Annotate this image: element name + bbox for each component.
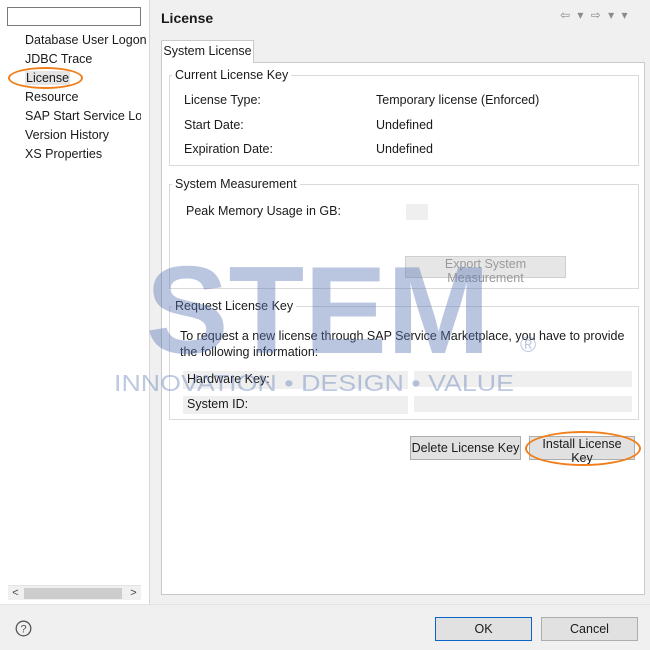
request-instructions: To request a new license through SAP Ser…	[180, 329, 625, 359]
preference-tree: Database User Logon JDBC Trace License R…	[25, 31, 147, 164]
request-license-title: Request License Key	[172, 299, 297, 313]
page-title: License	[161, 10, 214, 26]
delete-license-key-button[interactable]: Delete License Key	[410, 436, 521, 460]
license-type-value: Temporary license (Enforced)	[376, 93, 540, 107]
cancel-button[interactable]: Cancel	[541, 617, 638, 641]
scroll-thumb[interactable]	[24, 588, 122, 599]
help-icon[interactable]: ?	[15, 620, 32, 637]
peak-memory-value	[406, 204, 428, 220]
system-measurement-title: System Measurement	[172, 177, 300, 191]
footer-separator	[0, 604, 650, 605]
scroll-left-icon[interactable]: <	[8, 586, 23, 601]
system-id-label: System ID:	[187, 397, 249, 411]
tab-system-license[interactable]: System License	[161, 40, 254, 63]
license-type-label: License Type:	[184, 93, 261, 107]
svg-text:?: ?	[20, 624, 26, 636]
expiration-date-value: Undefined	[376, 142, 433, 156]
current-license-title: Current License Key	[172, 68, 292, 82]
start-date-value: Undefined	[376, 118, 433, 132]
history-nav-icons[interactable]: ⇦ ▾ ⇨ ▾ ▾	[560, 8, 630, 22]
hardware-key-field[interactable]	[414, 371, 632, 387]
export-system-measurement-button[interactable]: Export System Measurement	[405, 256, 566, 285]
filter-input[interactable]	[7, 7, 141, 26]
system-measurement-group	[169, 184, 639, 289]
install-license-key-button[interactable]: Install License Key	[529, 436, 635, 465]
system-id-field[interactable]	[414, 396, 632, 412]
horizontal-scrollbar[interactable]: < >	[8, 585, 141, 600]
tree-item-license[interactable]: License	[25, 69, 147, 88]
tree-item-xs-properties[interactable]: XS Properties	[25, 145, 147, 164]
tree-item-sap-start-service-log[interactable]: SAP Start Service Log	[25, 107, 141, 126]
hardware-key-label: Hardware Key:	[187, 372, 270, 386]
scroll-right-icon[interactable]: >	[126, 586, 141, 601]
tree-item-jdbc-trace[interactable]: JDBC Trace	[25, 50, 147, 69]
tree-item-database-user-logon[interactable]: Database User Logon	[25, 31, 147, 50]
ok-button[interactable]: OK	[435, 617, 532, 641]
tree-item-version-history[interactable]: Version History	[25, 126, 147, 145]
peak-memory-label: Peak Memory Usage in GB:	[186, 204, 341, 218]
tree-item-resource[interactable]: Resource	[25, 88, 147, 107]
start-date-label: Start Date:	[184, 118, 244, 132]
expiration-date-label: Expiration Date:	[184, 142, 273, 156]
